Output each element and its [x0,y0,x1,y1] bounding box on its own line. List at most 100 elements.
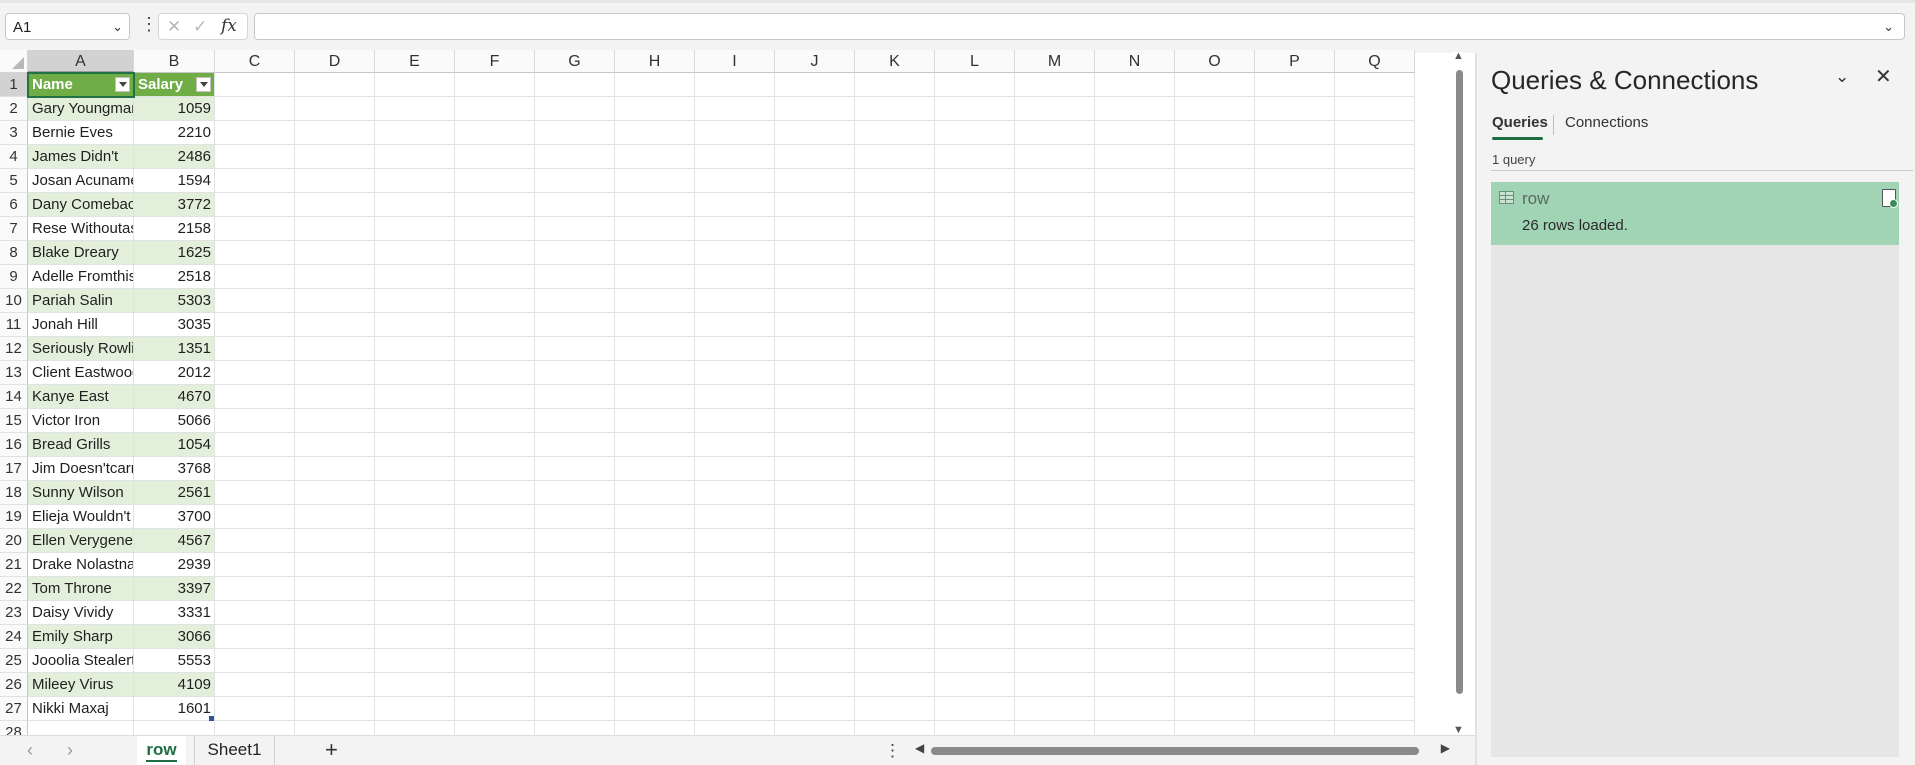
cell[interactable] [1095,169,1175,193]
cell[interactable] [215,241,295,265]
cell[interactable] [1015,97,1095,121]
cell[interactable] [855,481,935,505]
row-header-8[interactable]: 8 [0,241,28,265]
table-cell[interactable]: 4670 [134,385,215,409]
cell[interactable] [1335,577,1415,601]
cell[interactable] [455,505,535,529]
cell[interactable] [215,409,295,433]
cell[interactable] [775,697,855,721]
cell[interactable] [455,529,535,553]
table-header-cell[interactable]: Salary [134,73,215,97]
cell[interactable] [295,481,375,505]
cell[interactable] [1255,697,1335,721]
cell[interactable] [1175,457,1255,481]
cell[interactable] [295,385,375,409]
cell[interactable] [1175,193,1255,217]
cell[interactable] [1095,577,1175,601]
cell[interactable] [935,649,1015,673]
table-cell[interactable]: 1059 [134,97,215,121]
cell[interactable] [1175,409,1255,433]
row-header-16[interactable]: 16 [0,433,28,457]
cell[interactable] [855,697,935,721]
cell[interactable] [1095,409,1175,433]
cell[interactable] [1335,193,1415,217]
cell[interactable] [615,409,695,433]
cell[interactable] [935,553,1015,577]
cell[interactable] [615,721,695,735]
cell[interactable] [775,721,855,735]
cell[interactable] [1015,721,1095,735]
cell[interactable] [855,337,935,361]
cell[interactable] [855,73,935,97]
cell[interactable] [455,481,535,505]
cell[interactable] [1095,313,1175,337]
table-cell[interactable]: 4567 [134,529,215,553]
cell[interactable] [535,385,615,409]
cell[interactable] [1015,337,1095,361]
cell[interactable] [535,673,615,697]
cell[interactable] [935,577,1015,601]
worksheet-grid[interactable]: A B C D E F G H I J K L M N O P Q 1 Name Salary 2 Gary Youngm… [0,50,1450,735]
cell[interactable] [935,121,1015,145]
cell[interactable] [695,385,775,409]
cell[interactable] [935,217,1015,241]
cell[interactable] [1255,409,1335,433]
cell[interactable] [375,73,455,97]
column-header-c[interactable]: C [215,50,295,73]
chevron-down-icon[interactable]: ⌄ [112,19,123,35]
cell[interactable] [935,601,1015,625]
tab-queries[interactable]: Queries [1492,114,1548,131]
table-cell[interactable]: Rese Withoutaspoon [28,217,134,241]
table-cell[interactable]: Jim Doesn'tcarrey [28,457,134,481]
cell[interactable] [1255,169,1335,193]
table-cell[interactable]: Josan Acuname [28,169,134,193]
cell[interactable] [1175,265,1255,289]
cell[interactable] [935,505,1015,529]
cell[interactable] [215,457,295,481]
cell[interactable] [375,121,455,145]
cell[interactable] [375,481,455,505]
cell[interactable] [1255,553,1335,577]
cell[interactable] [615,97,695,121]
filter-dropdown-icon[interactable] [115,77,130,92]
table-cell[interactable]: Dany Comebackaser [28,193,134,217]
cell[interactable] [535,265,615,289]
cell[interactable] [695,529,775,553]
cell[interactable] [455,553,535,577]
cell[interactable] [1015,241,1095,265]
row-header-22[interactable]: 22 [0,577,28,601]
cell[interactable] [1335,649,1415,673]
cell[interactable] [215,121,295,145]
cell[interactable] [1095,97,1175,121]
cell[interactable] [615,553,695,577]
cell[interactable] [375,433,455,457]
cell[interactable] [1175,289,1255,313]
cell[interactable] [855,241,935,265]
cell[interactable] [1175,169,1255,193]
cell[interactable] [695,97,775,121]
cell[interactable] [1255,289,1335,313]
column-header-q[interactable]: Q [1335,50,1415,73]
horizontal-scroll-thumb[interactable] [931,747,1419,755]
cell[interactable] [215,697,295,721]
cell[interactable] [1095,217,1175,241]
table-cell[interactable]: Sunny Wilson [28,481,134,505]
cell[interactable] [615,145,695,169]
cell[interactable] [1255,97,1335,121]
table-cell[interactable]: Daisy Vividy [28,601,134,625]
cell[interactable] [455,385,535,409]
cell[interactable] [455,721,535,735]
cell[interactable] [935,457,1015,481]
cell[interactable] [1175,505,1255,529]
cell[interactable] [1015,313,1095,337]
cell[interactable] [615,625,695,649]
cell[interactable] [775,649,855,673]
cell[interactable] [1335,553,1415,577]
previous-sheet-icon[interactable]: ‹ [27,740,33,761]
cell[interactable] [775,481,855,505]
cell[interactable] [775,289,855,313]
cell[interactable] [935,625,1015,649]
cell[interactable] [1175,385,1255,409]
cell[interactable] [215,361,295,385]
cell[interactable] [935,145,1015,169]
